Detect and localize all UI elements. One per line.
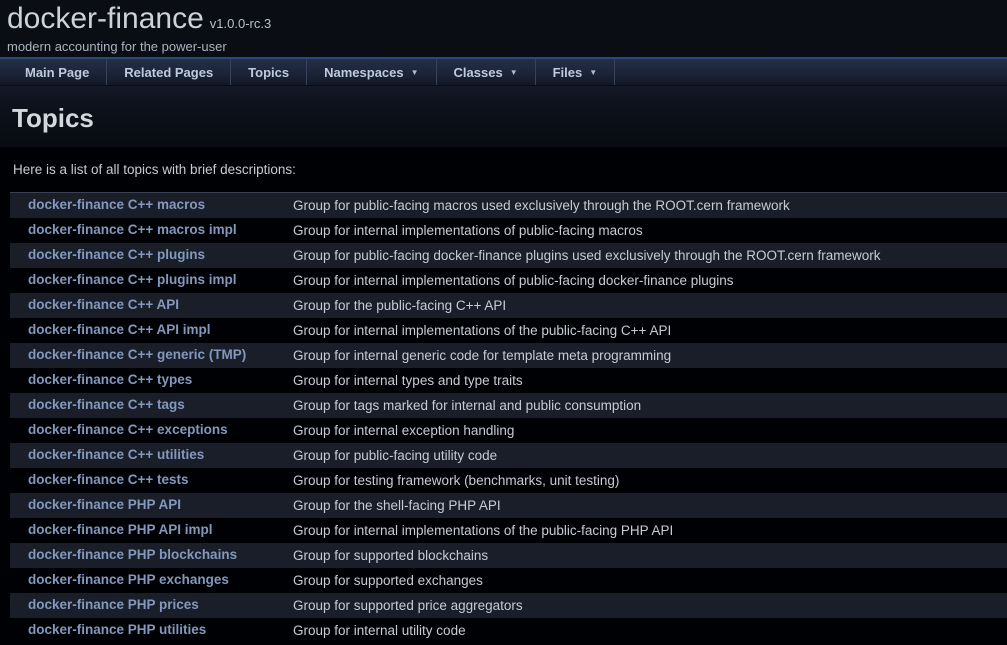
table-row: docker-finance C++ tags Group for tags m… (10, 393, 1007, 418)
chevron-down-icon: ▼ (589, 68, 597, 77)
page-header: Topics (0, 86, 1007, 147)
topic-link[interactable]: docker-finance C++ tests (28, 472, 189, 487)
topic-entry: docker-finance PHP API impl (10, 518, 293, 543)
topic-entry: docker-finance C++ macros impl (10, 218, 293, 243)
topic-link[interactable]: docker-finance C++ API impl (28, 322, 211, 337)
topic-link[interactable]: docker-finance PHP blockchains (28, 547, 237, 562)
tab-label: Files (553, 65, 583, 80)
tab-label: Classes (454, 65, 503, 80)
topic-entry: docker-finance C++ types (10, 368, 293, 393)
table-row: docker-finance PHP API impl Group for in… (10, 518, 1007, 543)
project-name: docker-finance (7, 2, 204, 35)
topic-description: Group for the shell-facing PHP API (293, 493, 1007, 518)
table-row: docker-finance C++ plugins Group for pub… (10, 243, 1007, 268)
topic-entry: docker-finance PHP utilities (10, 618, 293, 643)
tab-label: Related Pages (124, 65, 213, 80)
table-row: docker-finance C++ plugins impl Group fo… (10, 268, 1007, 293)
topic-entry: docker-finance PHP API (10, 493, 293, 518)
topic-entry: docker-finance PHP blockchains (10, 543, 293, 568)
topic-description: Group for supported price aggregators (293, 593, 1007, 618)
topic-link[interactable]: docker-finance PHP API impl (28, 522, 213, 537)
tab-label: Topics (248, 65, 289, 80)
topic-entry: docker-finance PHP exchanges (10, 568, 293, 593)
topic-entry: docker-finance C++ utilities (10, 443, 293, 468)
tab-main-page[interactable]: Main Page (8, 59, 107, 85)
topic-entry: docker-finance C++ tags (10, 393, 293, 418)
table-row: docker-finance C++ macros Group for publ… (10, 193, 1007, 218)
topic-entry: docker-finance C++ macros (10, 193, 293, 218)
project-brief: modern accounting for the power-user (7, 39, 1007, 54)
topic-entry: docker-finance C++ API (10, 293, 293, 318)
topic-description: Group for supported exchanges (293, 568, 1007, 593)
table-row: docker-finance C++ tests Group for testi… (10, 468, 1007, 493)
table-row: docker-finance C++ generic (TMP) Group f… (10, 343, 1007, 368)
tab-namespaces[interactable]: Namespaces ▼ (307, 59, 436, 85)
table-row: docker-finance PHP exchanges Group for s… (10, 568, 1007, 593)
topic-description: Group for internal implementations of th… (293, 518, 1007, 543)
topic-link[interactable]: docker-finance PHP prices (28, 597, 199, 612)
topic-description: Group for internal implementations of pu… (293, 268, 1007, 293)
tab-label: Namespaces (324, 65, 404, 80)
intro-text: Here is a list of all topics with brief … (13, 162, 1007, 177)
table-row: docker-finance C++ API impl Group for in… (10, 318, 1007, 343)
topic-link[interactable]: docker-finance C++ plugins impl (28, 272, 237, 287)
tab-related-pages[interactable]: Related Pages (107, 59, 231, 85)
topic-description: Group for supported blockchains (293, 543, 1007, 568)
topic-description: Group for internal types and type traits (293, 368, 1007, 393)
topic-entry: docker-finance C++ plugins (10, 243, 293, 268)
topic-entry: docker-finance PHP prices (10, 593, 293, 618)
topic-entry: docker-finance C++ generic (TMP) (10, 343, 293, 368)
topic-entry: docker-finance C++ exceptions (10, 418, 293, 443)
topics-table: docker-finance C++ macros Group for publ… (10, 192, 1007, 643)
topic-link[interactable]: docker-finance C++ plugins (28, 247, 205, 262)
table-row: docker-finance C++ macros impl Group for… (10, 218, 1007, 243)
topic-description: Group for internal exception handling (293, 418, 1007, 443)
topic-description: Group for internal implementations of th… (293, 318, 1007, 343)
table-row: docker-finance C++ utilities Group for p… (10, 443, 1007, 468)
topic-link[interactable]: docker-finance C++ API (28, 297, 179, 312)
table-row: docker-finance PHP API Group for the she… (10, 493, 1007, 518)
topic-link[interactable]: docker-finance PHP API (28, 497, 181, 512)
topic-link[interactable]: docker-finance C++ macros impl (28, 222, 237, 237)
topic-link[interactable]: docker-finance C++ generic (TMP) (28, 347, 246, 362)
title-area: docker-finance v1.0.0-rc.3 modern account… (0, 0, 1007, 57)
topic-description: Group for tags marked for internal and p… (293, 393, 1007, 418)
project-version: v1.0.0-rc.3 (210, 16, 271, 31)
topic-description: Group for public-facing utility code (293, 443, 1007, 468)
topic-link[interactable]: docker-finance C++ exceptions (28, 422, 228, 437)
chevron-down-icon: ▼ (510, 68, 518, 77)
table-row: docker-finance PHP prices Group for supp… (10, 593, 1007, 618)
topic-entry: docker-finance C++ plugins impl (10, 268, 293, 293)
topic-description: Group for internal utility code (293, 618, 1007, 643)
topic-link[interactable]: docker-finance C++ types (28, 372, 192, 387)
topic-entry: docker-finance C++ tests (10, 468, 293, 493)
topic-description: Group for public-facing docker-finance p… (293, 243, 1007, 268)
topic-link[interactable]: docker-finance PHP utilities (28, 622, 206, 637)
topic-entry: docker-finance C++ API impl (10, 318, 293, 343)
topic-link[interactable]: docker-finance C++ tags (28, 397, 185, 412)
main-nav: Main Page Related Pages Topics Namespace… (0, 57, 1007, 86)
topic-description: Group for internal implementations of pu… (293, 218, 1007, 243)
topic-link[interactable]: docker-finance C++ macros (28, 197, 205, 212)
table-row: docker-finance PHP utilities Group for i… (10, 618, 1007, 643)
tab-files[interactable]: Files ▼ (536, 59, 616, 85)
topic-description: Group for internal generic code for temp… (293, 343, 1007, 368)
table-row: docker-finance C++ types Group for inter… (10, 368, 1007, 393)
topic-description: Group for testing framework (benchmarks,… (293, 468, 1007, 493)
chevron-down-icon: ▼ (411, 68, 419, 77)
topic-link[interactable]: docker-finance C++ utilities (28, 447, 204, 462)
topic-description: Group for public-facing macros used excl… (293, 193, 1007, 218)
topic-link[interactable]: docker-finance PHP exchanges (28, 572, 229, 587)
table-row: docker-finance PHP blockchains Group for… (10, 543, 1007, 568)
tab-classes[interactable]: Classes ▼ (437, 59, 536, 85)
table-row: docker-finance C++ API Group for the pub… (10, 293, 1007, 318)
contents: Here is a list of all topics with brief … (0, 147, 1007, 643)
topic-description: Group for the public-facing C++ API (293, 293, 1007, 318)
page-title: Topics (12, 103, 1007, 134)
tab-label: Main Page (25, 65, 89, 80)
table-row: docker-finance C++ exceptions Group for … (10, 418, 1007, 443)
tab-topics[interactable]: Topics (231, 59, 307, 85)
